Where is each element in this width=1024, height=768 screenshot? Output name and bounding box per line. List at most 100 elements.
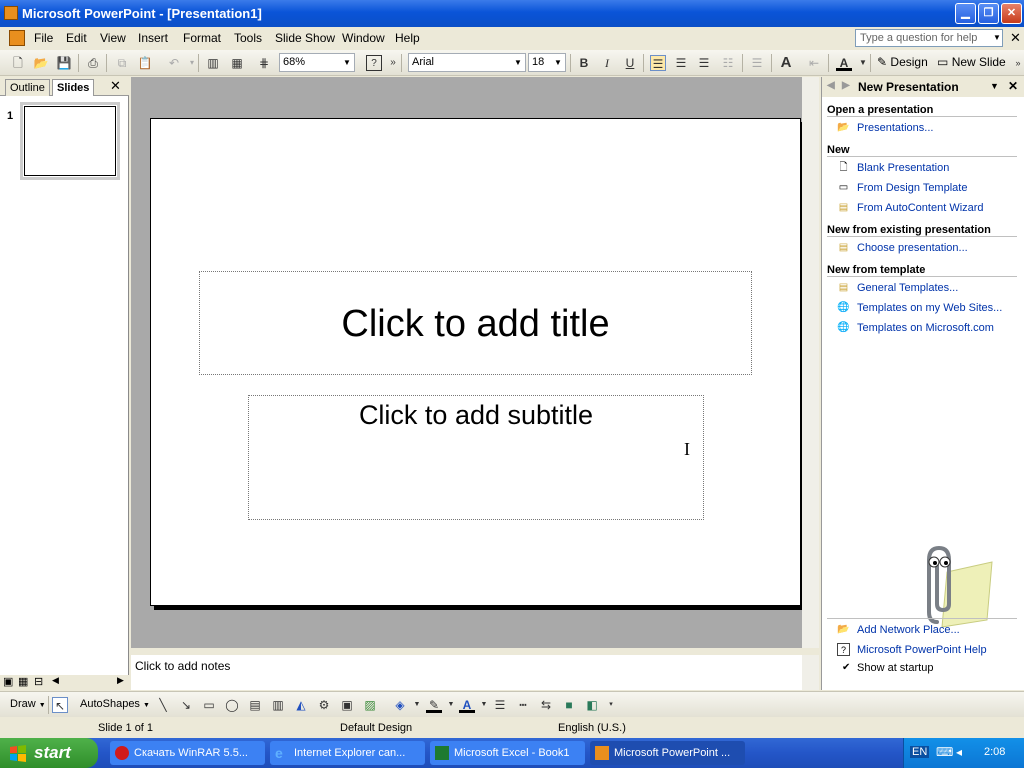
new-icon[interactable]: 🗋	[10, 55, 26, 71]
menu-slide-show[interactable]: Slide Show	[275, 31, 335, 45]
draw-menu-button[interactable]: Draw ▼	[10, 698, 46, 710]
restore-button[interactable]: ❐	[978, 3, 999, 24]
rectangle-icon[interactable]: ▭	[201, 697, 217, 713]
link-add-network-place[interactable]: Add Network Place...	[857, 624, 960, 636]
picture-icon[interactable]: ▨	[362, 697, 378, 713]
slide-thumbnail[interactable]	[20, 102, 120, 180]
help-icon[interactable]: ?	[366, 55, 382, 71]
fill-color-icon[interactable]: ◈	[392, 697, 408, 713]
link-from-autocontent-wizard[interactable]: From AutoContent Wizard	[857, 202, 984, 214]
font-name-dropdown-icon[interactable]: ▼	[512, 55, 524, 70]
align-right-button[interactable]: ☰	[696, 55, 712, 71]
justify-button[interactable]: ☷	[720, 55, 736, 71]
task-winrar[interactable]: Скачать WinRAR 5.5...	[110, 741, 265, 765]
save-icon[interactable]: 💾	[56, 55, 72, 71]
slide-sorter-view-icon[interactable]: ▦	[18, 675, 28, 688]
3d-style-icon[interactable]: ◧	[584, 697, 600, 713]
autoshapes-menu-button[interactable]: AutoShapes ▼	[80, 698, 150, 710]
line-style-icon[interactable]: ☰	[492, 697, 508, 713]
copy-icon[interactable]: ⧉	[114, 55, 130, 71]
font-size-combo[interactable]: 18 ▼	[528, 53, 566, 72]
subtitle-placeholder[interactable]: Click to add subtitle	[248, 395, 704, 520]
toolbar-options-small-icon[interactable]: ▾	[603, 697, 619, 713]
arrow-style-icon[interactable]: ⇆	[538, 697, 554, 713]
close-button[interactable]: ✕	[1001, 3, 1022, 24]
align-center-button[interactable]: ☰	[673, 55, 689, 71]
draw-font-color-icon[interactable]: A	[459, 697, 475, 713]
font-color-icon[interactable]: A	[836, 55, 852, 71]
wordart-icon[interactable]: ▥	[270, 697, 286, 713]
align-left-button[interactable]: ☰	[650, 55, 666, 71]
close-document-icon[interactable]: ✕	[1010, 30, 1021, 46]
notes-scrollbar[interactable]	[802, 655, 819, 690]
start-button[interactable]: start	[0, 738, 98, 768]
language-indicator[interactable]: EN	[910, 746, 930, 758]
underline-button[interactable]: U	[622, 55, 638, 71]
shadow-style-icon[interactable]: ■	[561, 697, 577, 713]
vertical-scrollbar[interactable]	[802, 77, 819, 648]
print-icon[interactable]: ⎙	[85, 55, 101, 71]
link-blank-presentation[interactable]: Blank Presentation	[857, 162, 949, 174]
forward-icon[interactable]: ▶	[842, 80, 850, 91]
insert-table-icon[interactable]: ▦	[229, 55, 245, 71]
document-icon[interactable]	[9, 30, 25, 46]
clip-art-icon[interactable]: ⚙	[316, 697, 332, 713]
font-name-combo[interactable]: Arial ▼	[408, 53, 526, 72]
dash-style-icon[interactable]: ┅	[515, 697, 531, 713]
task-pane-menu-icon[interactable]: ▼	[990, 81, 999, 91]
zoom-combo[interactable]: 68% ▼	[279, 53, 355, 72]
draw-font-color-dropdown-icon[interactable]: ▼	[476, 697, 492, 713]
bold-button[interactable]: B	[576, 55, 592, 71]
minimize-button[interactable]: ▁	[955, 3, 976, 24]
design-button[interactable]: ✎ Design	[877, 55, 928, 69]
task-internet-explorer[interactable]: e Internet Explorer can...	[270, 741, 425, 765]
title-placeholder[interactable]: Click to add title	[199, 271, 752, 375]
powerpoint-app-icon[interactable]	[4, 6, 18, 20]
fill-color-dropdown-icon[interactable]: ▼	[409, 697, 425, 713]
line-icon[interactable]: ╲	[155, 697, 171, 713]
scroll-left-icon[interactable]: ◀	[52, 675, 59, 686]
text-box-icon[interactable]: ▤	[247, 697, 263, 713]
menu-edit[interactable]: Edit	[66, 31, 87, 45]
toolbar-overflow-icon[interactable]: »	[1010, 55, 1024, 71]
back-icon[interactable]: ◀	[827, 80, 835, 91]
link-general-templates[interactable]: General Templates...	[857, 282, 958, 294]
insert-chart-icon[interactable]: ▥	[205, 55, 221, 71]
slide-show-view-icon[interactable]: ⊟	[34, 675, 43, 688]
oval-icon[interactable]: ◯	[224, 697, 240, 713]
arrow-icon[interactable]: ↘	[178, 697, 194, 713]
help-dropdown-icon[interactable]: ▼	[993, 33, 1001, 42]
menu-file[interactable]: File	[34, 31, 53, 45]
show-at-startup-checkbox[interactable]: ✔	[842, 662, 850, 673]
undo-icon[interactable]: ↶	[166, 55, 182, 71]
insert-picture-icon[interactable]: ▣	[339, 697, 355, 713]
link-templates-web-sites[interactable]: Templates on my Web Sites...	[857, 302, 1002, 314]
tab-slides[interactable]: Slides	[52, 79, 95, 96]
menu-view[interactable]: View	[100, 31, 126, 45]
select-objects-icon[interactable]: ↖	[52, 697, 68, 713]
volume-icon[interactable]: ◂	[956, 745, 962, 759]
paste-icon[interactable]: 📋	[137, 55, 153, 71]
tab-outline[interactable]: Outline	[5, 79, 50, 96]
menu-help[interactable]: Help	[395, 31, 420, 45]
increase-font-size-icon[interactable]: A	[778, 55, 794, 71]
title-bar[interactable]: Microsoft PowerPoint - [Presentation1] ▁…	[0, 0, 1024, 27]
link-choose-presentation[interactable]: Choose presentation...	[857, 242, 968, 254]
diagram-icon[interactable]: ◭	[293, 697, 309, 713]
notes-pane[interactable]: Click to add notes	[131, 652, 819, 690]
menu-window[interactable]: Window	[342, 31, 385, 45]
link-from-design-template[interactable]: From Design Template	[857, 182, 967, 194]
menu-insert[interactable]: Insert	[138, 31, 168, 45]
task-pane-close-icon[interactable]: ✕	[1008, 79, 1018, 93]
link-presentations[interactable]: Presentations...	[857, 122, 933, 134]
slide[interactable]: Click to add title Click to add subtitle	[150, 118, 801, 606]
new-slide-button[interactable]: ▭ New Slide	[937, 55, 1006, 69]
link-powerpoint-help[interactable]: Microsoft PowerPoint Help	[857, 644, 987, 656]
close-pane-icon[interactable]: ✕	[110, 78, 121, 94]
keyboard-icon[interactable]: ⌨	[936, 745, 953, 759]
font-size-dropdown-icon[interactable]: ▼	[552, 55, 564, 70]
help-search-input[interactable]: Type a question for help	[855, 29, 1003, 47]
open-icon[interactable]: 📂	[33, 55, 49, 71]
decrease-indent-icon[interactable]: ⇤	[806, 55, 822, 71]
line-color-icon[interactable]: ✎	[426, 697, 442, 713]
